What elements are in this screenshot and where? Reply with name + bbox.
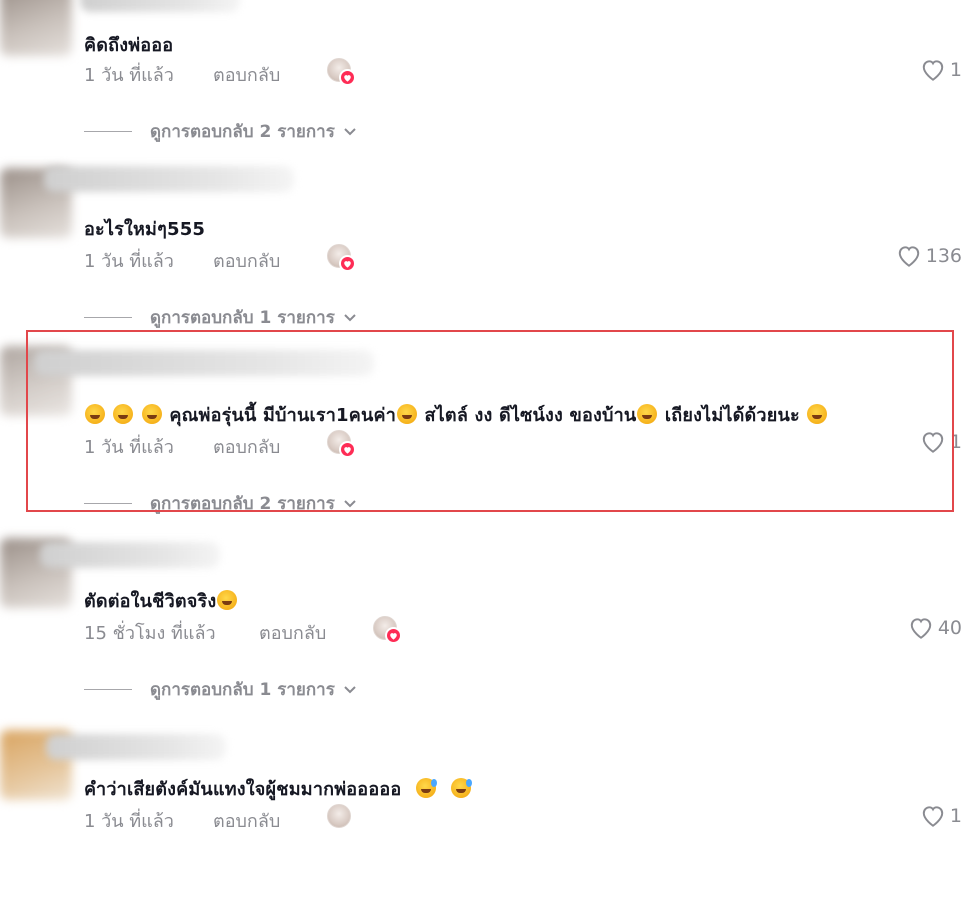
like-button[interactable]: 1 (920, 58, 962, 82)
rofl-emoji-icon (217, 590, 238, 610)
heart-outline-icon (922, 432, 944, 453)
avatar[interactable] (0, 0, 72, 56)
creator-liked-avatar (327, 58, 356, 86)
chevron-down-icon (344, 685, 356, 693)
rofl-emoji-icon (141, 404, 162, 424)
like-button[interactable]: 1 (920, 430, 962, 454)
sweat-smile-emoji-icon (451, 778, 473, 798)
comment-text-part: คุณพ่อรุ่นนี้ มีบ้านเรา1คนค่า (169, 405, 397, 426)
chevron-down-icon (344, 313, 356, 321)
heart-outline-icon (910, 618, 931, 639)
like-button[interactable]: 136 (896, 244, 962, 268)
comment-time: 1 วัน ที่แล้ว (84, 65, 174, 86)
reply-divider-line (84, 689, 132, 690)
view-replies-label: ดูการตอบกลับ 2 รายการ (150, 122, 335, 142)
reply-divider-line (84, 503, 132, 504)
username-blurred[interactable] (40, 542, 220, 568)
view-replies-button[interactable]: ดูการตอบกลับ 1 รายการ (84, 304, 357, 331)
chevron-down-icon (344, 127, 356, 135)
comment-text-part: เถียงไม่ได้ด้วยนะ (664, 405, 800, 426)
reply-button[interactable]: ตอบกลับ (213, 246, 280, 275)
heart-badge-icon (339, 441, 356, 458)
sweat-smile-emoji-icon (415, 778, 437, 798)
view-replies-button[interactable]: ดูการตอบกลับ 2 รายการ (84, 118, 357, 145)
like-count: 1 (949, 431, 962, 453)
comment-item: อะไรใหม่ๆ555 1 วัน ที่แล้ว ตอบกลับ 136 ด… (0, 160, 978, 346)
view-replies-label: ดูการตอบกลับ 1 รายการ (150, 308, 335, 328)
comment-item-highlighted: คุณพ่อรุ่นนี้ มีบ้านเรา1คนค่า สไตล์ งง ด… (0, 340, 978, 526)
creator-liked-avatar (327, 244, 356, 272)
heart-badge-icon (385, 627, 402, 644)
comment-item: ตัดต่อในชีวิตจริง 15 ชั่วโมง ที่แล้ว ตอบ… (0, 528, 978, 714)
heart-badge-icon (339, 255, 356, 272)
comment-time: 15 ชั่วโมง ที่แล้ว (84, 623, 216, 644)
like-count: 1 (949, 59, 962, 81)
comment-text: อะไรใหม่ๆ555 (84, 219, 206, 240)
rofl-emoji-icon (397, 404, 418, 424)
view-replies-label: ดูการตอบกลับ 1 รายการ (150, 680, 335, 700)
comment-text-part: คำว่าเสียตังค์มันแทงใจผู้ชมมากพ่อออออ (84, 779, 402, 800)
comment-text-part: สไตล์ งง ดีไซน์งง ของบ้าน (424, 405, 637, 426)
like-count: 40 (937, 617, 962, 639)
comment-time: 1 วัน ที่แล้ว (84, 251, 174, 272)
heart-badge-icon (339, 69, 356, 86)
like-button[interactable]: 1 (920, 804, 962, 828)
reply-button[interactable]: ตอบกลับ (259, 618, 326, 647)
comment-item: คำว่าเสียตังค์มันแทงใจผู้ชมมากพ่อออออ 1 … (0, 716, 978, 902)
heart-outline-icon (922, 806, 944, 827)
heart-outline-icon (898, 246, 919, 267)
comment-text-part: ตัดต่อในชีวิตจริง (84, 591, 217, 612)
view-replies-button[interactable]: ดูการตอบกลับ 2 รายการ (84, 490, 357, 517)
reply-button[interactable]: ตอบกลับ (213, 806, 280, 835)
reply-divider-line (84, 317, 132, 318)
comment-text: คำว่าเสียตังค์มันแทงใจผู้ชมมากพ่อออออ (84, 774, 473, 803)
comment-text: คุณพ่อรุ่นนี้ มีบ้านเรา1คนค่า สไตล์ งง ด… (84, 400, 828, 429)
laughing-emoji-icon (807, 404, 828, 424)
comment-text: ตัดต่อในชีวิตจริง (84, 586, 238, 615)
reply-button[interactable]: ตอบกลับ (213, 432, 280, 461)
creator-liked-avatar (373, 616, 402, 644)
comment-time: 1 วัน ที่แล้ว (84, 437, 174, 458)
reply-divider-line (84, 131, 132, 132)
reply-button[interactable]: ตอบกลับ (213, 60, 280, 89)
comment-item: คิดถึงพ่อออ 1 วัน ที่แล้ว ตอบกลับ 1 ดูกา… (0, 0, 978, 186)
username-blurred[interactable] (80, 0, 240, 12)
chevron-down-icon (344, 499, 356, 507)
creator-liked-avatar (327, 430, 356, 458)
rofl-emoji-icon (113, 404, 134, 424)
comment-text: คิดถึงพ่อออ (84, 35, 174, 56)
like-count: 136 (925, 245, 962, 267)
view-replies-button[interactable]: ดูการตอบกลับ 1 รายการ (84, 676, 357, 703)
username-blurred[interactable] (34, 350, 374, 376)
username-blurred[interactable] (44, 166, 294, 192)
comment-time: 1 วัน ที่แล้ว (84, 811, 174, 832)
like-button[interactable]: 40 (908, 616, 962, 640)
pleading-emoji-icon (637, 404, 658, 424)
rofl-emoji-icon (85, 404, 105, 424)
like-count: 1 (949, 805, 962, 827)
heart-outline-icon (922, 60, 944, 81)
username-blurred[interactable] (46, 734, 226, 760)
creator-liked-avatar (327, 804, 351, 828)
view-replies-label: ดูการตอบกลับ 2 รายการ (150, 494, 335, 514)
